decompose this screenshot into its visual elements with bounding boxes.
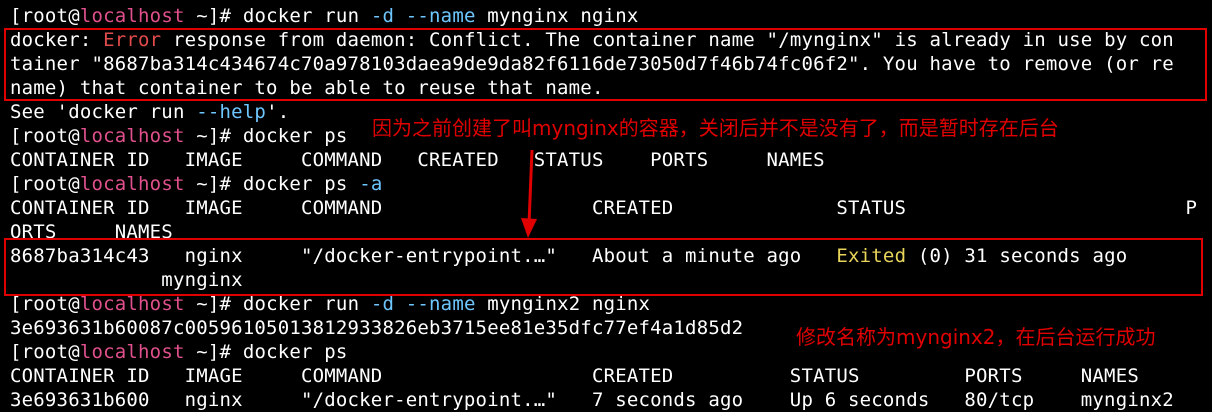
container-id-output: 3e693631b60087c00596105013812933826eb371… <box>10 317 744 339</box>
help-text: See 'docker run <box>10 101 197 123</box>
command-flag: --name <box>405 5 476 27</box>
exited-row-highlight-box <box>4 238 1203 296</box>
annotation-note-2: 修改名称为mynginx2，在后台运行成功 <box>796 325 1156 349</box>
prompt-tail: ~]# <box>184 341 243 363</box>
prompt-host: localhost <box>79 293 185 315</box>
prompt-host: localhost <box>79 125 185 147</box>
table-header: CONTAINER ID IMAGE COMMAND CREATED STATU… <box>10 365 1139 387</box>
command-text: docker ps <box>242 125 348 147</box>
table-header: CONTAINER ID IMAGE COMMAND CREATED STATU… <box>10 149 825 171</box>
command-flag: -a <box>359 173 383 195</box>
command-flag: --name <box>405 293 476 315</box>
terminal-line: [root@localhost ~]# docker ps -a <box>10 172 382 196</box>
command-text <box>394 293 406 315</box>
prompt-host: localhost <box>79 341 185 363</box>
terminal-line: [root@localhost ~]# docker ps <box>10 124 348 148</box>
error-highlight-box <box>4 28 1207 101</box>
prompt-tail: ~]# <box>184 125 243 147</box>
prompt-user: [root@ <box>10 125 80 147</box>
command-flag: -d <box>370 293 395 315</box>
terminal-window[interactable]: [root@localhost ~]# docker run -d --name… <box>0 0 1212 411</box>
help-hint-line: See 'docker run --help'. <box>10 100 289 124</box>
annotation-note-1: 因为之前创建了叫mynginx的容器，关闭后并不是没有了，而是暂时存在后台 <box>372 116 1059 140</box>
arrow-down-icon <box>521 149 537 238</box>
command-text: mynginx2 nginx <box>475 293 651 315</box>
prompt-user: [root@ <box>10 341 80 363</box>
prompt-user: [root@ <box>10 173 80 195</box>
terminal-line: [root@localhost ~]# docker ps <box>10 340 348 364</box>
terminal-line: [root@localhost ~]# docker run -d --name… <box>10 4 639 28</box>
command-text: docker ps <box>242 173 360 195</box>
table-row: 3e693631b600 nginx "/docker-entrypoint.…… <box>10 389 1174 411</box>
prompt-user: [root@ <box>10 5 80 27</box>
prompt-tail: ~]# <box>184 293 243 315</box>
prompt-host: localhost <box>79 173 185 195</box>
prompt-host: localhost <box>79 5 185 27</box>
command-text: docker run <box>242 5 371 27</box>
table-header: CONTAINER ID IMAGE COMMAND CREATED STATU… <box>10 197 1198 219</box>
prompt-tail: ~]# <box>184 5 243 27</box>
command-text: docker run <box>242 293 371 315</box>
help-text: '. <box>266 101 290 123</box>
command-text: docker ps <box>242 341 348 363</box>
prompt-user: [root@ <box>10 293 80 315</box>
command-text: mynginx nginx <box>475 5 639 27</box>
command-flag: -d <box>370 5 395 27</box>
prompt-tail: ~]# <box>184 173 243 195</box>
command-text <box>394 5 406 27</box>
command-flag: --help <box>196 101 267 123</box>
